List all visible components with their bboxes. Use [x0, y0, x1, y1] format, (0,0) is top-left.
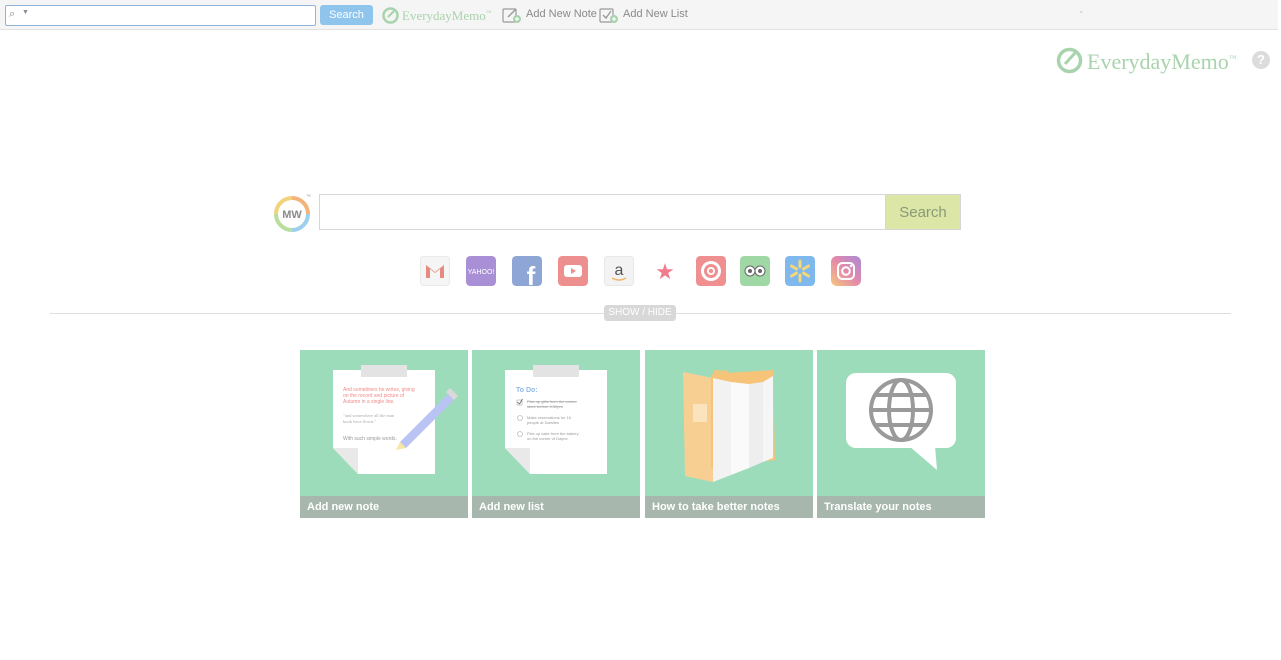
- tile-caption: Add new note: [300, 496, 468, 518]
- svg-text:f: f: [527, 261, 536, 286]
- amazon-icon: a: [604, 256, 634, 286]
- toolbar-search-button[interactable]: Search: [320, 5, 373, 25]
- main-search-box[interactable]: [319, 194, 885, 230]
- everydaymemo-header-logo[interactable]: EverydayMemo™: [1056, 47, 1256, 77]
- walmart-link[interactable]: [785, 256, 815, 286]
- show-hide-button[interactable]: SHOW / HIDE: [604, 305, 676, 321]
- instagram-link[interactable]: [831, 256, 861, 286]
- add-note-icon: [502, 8, 521, 23]
- everydaymemo-logo-icon: [382, 7, 399, 24]
- everydaymemo-logo-icon: [1056, 47, 1083, 74]
- svg-text:a: a: [615, 262, 624, 279]
- target-icon: [696, 256, 726, 286]
- speech-bubble-globe-illustration: [846, 373, 956, 470]
- add-list-icon: [599, 8, 618, 23]
- facebook-link[interactable]: f: [512, 256, 542, 286]
- svg-text:people at Damiles: people at Damiles: [527, 420, 559, 425]
- yahoo-link[interactable]: YAHOO!: [466, 256, 496, 286]
- svg-text:YAHOO!: YAHOO!: [468, 269, 495, 276]
- svg-text:store before 4:30pm: store before 4:30pm: [527, 404, 563, 409]
- quick-links: YAHOO! f a ★: [420, 256, 870, 288]
- tile-add-new-list[interactable]: To Do: Pick up gifts from the corner sto…: [472, 350, 640, 518]
- youtube-link[interactable]: [558, 256, 588, 286]
- instagram-icon: [831, 256, 861, 286]
- toolbar-search-input[interactable]: [32, 7, 314, 24]
- search-icon[interactable]: ⌕: [9, 8, 15, 21]
- svg-text:MW: MW: [282, 209, 302, 221]
- facebook-icon: f: [512, 256, 542, 286]
- svg-text:To Do:: To Do:: [516, 387, 538, 394]
- help-icon[interactable]: ?: [1252, 51, 1270, 69]
- tile-caption: Add new list: [472, 496, 640, 518]
- amazon-link[interactable]: a: [604, 256, 634, 286]
- svg-text:With such simple words.: With such simple words.: [343, 436, 397, 442]
- todo-list-illustration: To Do: Pick up gifts from the corner sto…: [505, 365, 607, 474]
- star-icon: ★: [650, 256, 680, 286]
- toolbar-logo-text: EverydayMemo™: [402, 8, 492, 23]
- tile-add-new-note[interactable]: And sometimes he writes, giving on the r…: [300, 350, 468, 518]
- youtube-icon: [558, 256, 588, 286]
- add-new-note-label: Add New Note: [526, 8, 597, 20]
- tile-translate-notes[interactable]: Translate your notes: [817, 350, 985, 518]
- main-search-button[interactable]: Search: [885, 194, 961, 230]
- toolbar-search-box[interactable]: ⌕ ▼: [5, 5, 316, 26]
- gmail-icon: [420, 256, 450, 286]
- note-illustration: And sometimes he writes, giving on the r…: [333, 365, 458, 474]
- svg-text:on the corner of Dayne: on the corner of Dayne: [527, 436, 568, 441]
- svg-text:Autumn in a single line.: Autumn in a single line.: [343, 399, 395, 405]
- svg-text:★: ★: [655, 260, 675, 285]
- svg-text:"and somewhere all the man: "and somewhere all the man: [343, 413, 395, 418]
- mw-logo-icon: MW: [274, 196, 310, 232]
- chevron-down-icon[interactable]: ▼: [22, 9, 29, 16]
- tile-caption: Translate your notes: [817, 496, 985, 518]
- owl-icon: [740, 256, 770, 286]
- mw-logo: MW ™: [274, 194, 314, 234]
- target-link[interactable]: [696, 256, 726, 286]
- notebook-illustration: [683, 370, 775, 482]
- macys-link[interactable]: ★: [650, 256, 680, 286]
- tripadvisor-link[interactable]: [740, 256, 770, 286]
- browser-toolbar: ⌕ ▼ Search EverydayMemo™ Add New Note Ad…: [0, 0, 1278, 30]
- toolbar-end-marker: ﾞ: [1080, 11, 1085, 21]
- spark-icon: [785, 256, 815, 286]
- header-logo-text: EverydayMemo™: [1087, 49, 1237, 74]
- svg-text:book have flown.": book have flown.": [343, 419, 376, 424]
- yahoo-icon: YAHOO!: [466, 256, 496, 286]
- add-new-list-label: Add New List: [623, 8, 688, 20]
- main-search-input[interactable]: [320, 195, 885, 229]
- tile-better-notes[interactable]: How to take better notes: [645, 350, 813, 518]
- gmail-link[interactable]: [420, 256, 450, 286]
- tile-caption: How to take better notes: [645, 496, 813, 518]
